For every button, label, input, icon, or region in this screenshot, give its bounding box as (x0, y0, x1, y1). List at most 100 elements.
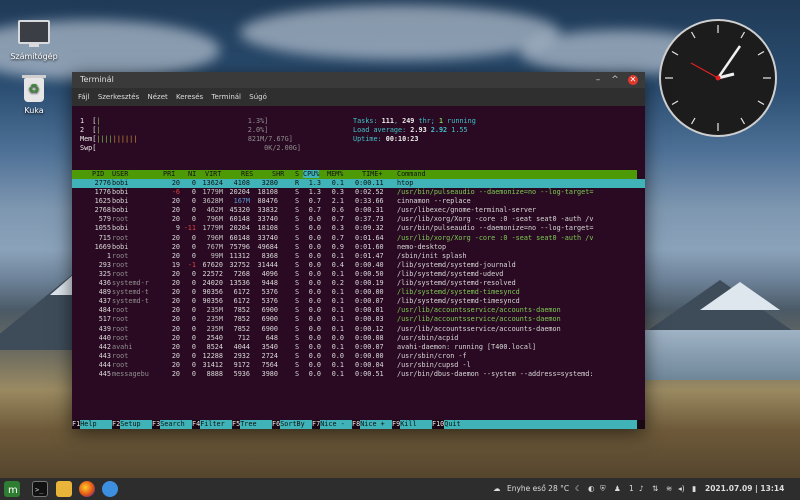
process-row[interactable]: 1 root 20 0 99M 11312 8368 S 0.0 0.1 0:01.47/sbin/… (72, 252, 645, 261)
cell-pri: 20 (171, 179, 180, 187)
process-row[interactable]: 443 root 20 0 12288 2932 2724 S 0.0 0.0 0:00.00/us… (72, 352, 645, 361)
cell-ni: 0 (191, 369, 196, 378)
process-row[interactable]: 579 root 20 0 796M 60148 33740 S 0.0 0.7 0:37.73/u… (72, 215, 645, 224)
htop-screen[interactable]: 1 [| 1.3%] 2 [| 2.0%] Mem[|||||||||| 821… (72, 106, 645, 429)
keyboard-icon[interactable]: ☾ (575, 478, 582, 500)
cell-mem: 0.1 (331, 360, 344, 369)
menu-view[interactable]: Nézet (147, 93, 167, 101)
column-state[interactable]: S (295, 170, 299, 178)
cell-s: S (295, 251, 300, 260)
process-row[interactable]: 1776 bobi -6 0 1779M 20204 18108 S 1.3 0.3 0:02.52… (72, 188, 645, 197)
cell-res: 6172 (233, 297, 250, 306)
process-row[interactable]: 484 root 20 0 235M 7852 6900 S 0.0 0.1 0:00.01/usr… (72, 306, 645, 315)
desktop-icon-trash[interactable]: ♻ Kuka (4, 75, 64, 115)
chat-app-icon[interactable] (102, 481, 118, 497)
cell-pri: 20 (171, 269, 180, 278)
cell-cpu: 0.7 (308, 197, 321, 206)
cell-pid: 489 (98, 288, 111, 297)
window-titlebar[interactable]: Terminál – ^ ✕ (72, 72, 645, 88)
fkey-nice-button[interactable]: F7Nice - (312, 420, 352, 429)
battery-icon[interactable]: ▮ (692, 478, 696, 500)
process-row[interactable]: 444 root 20 0 31412 9172 7564 S 0.0 0.1 0:00.04/us… (72, 361, 645, 370)
process-row[interactable]: 325 root 20 0 22572 7268 4096 S 0.0 0.1 0:00.50/li… (72, 270, 645, 279)
process-row[interactable]: 445 messagebu 20 0 8888 5936 3980 S 0.0 0.1 0:00.5… (72, 370, 645, 379)
maximize-button[interactable]: ^ (610, 75, 620, 85)
process-row[interactable]: 442 avahi 20 0 8524 4044 3540 S 0.0 0.1 0:00.07 ava… (72, 343, 645, 352)
weather-label[interactable]: Enyhe eső 28 °C (507, 478, 569, 500)
user-icon[interactable]: ♟ (614, 478, 621, 500)
folder-icon[interactable] (56, 481, 72, 497)
cell-s: S (295, 288, 300, 297)
cell-cmd: htop (397, 179, 414, 187)
cell-res: 60148 (229, 233, 250, 242)
process-table-header[interactable]: PID USER PRI NI VIRT RES SHR S CPU% MEM%… (72, 170, 637, 179)
close-button[interactable]: ✕ (628, 75, 638, 85)
network-icon[interactable]: ⇅ (652, 478, 658, 500)
mint-menu-icon[interactable]: m (4, 481, 20, 497)
column-cpu[interactable]: CPU% (303, 170, 320, 178)
menu-search[interactable]: Keresés (176, 93, 203, 101)
minimize-button[interactable]: – (593, 75, 603, 85)
fkey-setup-button[interactable]: F2Setup (112, 420, 152, 429)
column-time[interactable]: TIME+ (362, 170, 382, 178)
column-command[interactable]: Command (397, 170, 426, 178)
cell-shr: 33740 (257, 215, 278, 224)
column-pri[interactable]: PRI (163, 170, 175, 178)
process-row[interactable]: 1669 bobi 20 0 767M 75796 49684 S 0.0 0.9 0:01.60 n… (72, 243, 645, 252)
workspace-number[interactable]: 1 (629, 478, 634, 500)
process-row[interactable]: 436 systemd-r 20 0 24020 13536 9448 S 0.0 0.2 0:00… (72, 279, 645, 288)
process-row[interactable]: 439 root 20 0 235M 7852 6900 S 0.0 0.1 0:00.12/usr… (72, 325, 645, 334)
datetime[interactable]: 2021.07.09 | 13:14 (705, 478, 784, 500)
process-row[interactable]: 517 root 20 0 235M 7852 6900 S 0.0 0.1 0:00.03/usr… (72, 315, 645, 324)
fkey-tree-button[interactable]: F5Tree (232, 420, 272, 429)
app-tray-icon[interactable]: ◐ (588, 478, 595, 500)
process-list[interactable]: 2776 bobi 20 0 13624 4108 3280 R 1.3 0.1 0:00.11 ht… (72, 179, 645, 379)
cell-cmd: /usr/sbin/cupsd -l (397, 360, 471, 369)
fkey-sortby-button[interactable]: F6SortBy (272, 420, 312, 429)
fkey-search-button[interactable]: F3Search (152, 420, 192, 429)
process-row[interactable]: 489 systemd-t 20 0 90356 6172 5376 S 0.0 0.1 0:00.… (72, 288, 645, 297)
volume-icon[interactable]: ◂) (678, 478, 685, 500)
terminal-launcher-icon[interactable]: >_ (32, 481, 48, 497)
cell-user: systemd-r (112, 279, 149, 288)
process-row[interactable]: 440 root 20 0 2540 712 648 S 0.0 0.0 0:00.08/usr/s… (72, 334, 645, 343)
cell-s: S (295, 279, 300, 288)
fkey-label: Help (80, 420, 112, 429)
process-row[interactable]: 1055 bobi 9 -11 1779M 20204 18108 S 0.0 0.3 0:09.3… (72, 224, 645, 233)
cell-pri: -6 (171, 188, 180, 197)
desktop-icon-computer[interactable]: Számítógép (4, 20, 64, 61)
cell-time: 0:01.64 (355, 233, 384, 242)
menu-edit[interactable]: Szerkesztés (98, 93, 139, 101)
process-row[interactable]: 2776 bobi 20 0 13624 4108 3280 R 1.3 0.1 0:00.11 ht… (72, 179, 645, 189)
shield-icon[interactable]: ⛨ (600, 478, 606, 500)
menu-help[interactable]: Súgó (249, 93, 267, 101)
terminal-window[interactable]: Terminál – ^ ✕ Fájl Szerkesztés Nézet Ke… (72, 72, 645, 429)
column-ni[interactable]: NI (188, 170, 196, 178)
weather-icon[interactable]: ☁ (493, 478, 501, 500)
column-pid[interactable]: PID (92, 170, 104, 178)
fkey-help-button[interactable]: F1Help (72, 420, 112, 429)
column-virt[interactable]: VIRT (205, 170, 221, 178)
audio-icon[interactable]: ♪ (639, 478, 644, 500)
cell-time: 0:00.04 (355, 360, 384, 369)
menu-file[interactable]: Fájl (78, 93, 90, 101)
fkey-filter-button[interactable]: F4Filter (192, 420, 232, 429)
fkey-kill-button[interactable]: F9Kill (392, 420, 432, 429)
cell-cmd: avahi-daemon: running [T400.local] (397, 342, 537, 351)
cell-time: 0:00.31 (355, 206, 384, 215)
process-row[interactable]: 2768 bobi 20 0 462M 45320 33832 S 0.7 0.6 0:00.31 /… (72, 206, 645, 215)
fkey-nice-button[interactable]: F8Nice + (352, 420, 392, 429)
column-res[interactable]: RES (241, 170, 253, 178)
column-shr[interactable]: SHR (272, 170, 284, 178)
process-row[interactable]: 1625 bobi 20 0 3628M 167M 88476 S 0.7 2.1 0:33.66 c… (72, 197, 645, 206)
column-user[interactable]: USER (112, 170, 128, 178)
menu-terminal[interactable]: Terminál (211, 93, 241, 101)
wifi-icon[interactable]: ≋ (666, 478, 672, 500)
process-row[interactable]: 715 root 20 0 796M 60148 33740 S 0.0 0.7 0:01.64/u… (72, 234, 645, 243)
column-mem[interactable]: MEM% (327, 170, 343, 178)
cell-ni: -11 (183, 224, 196, 233)
cell-s: S (295, 351, 300, 360)
process-row[interactable]: 437 systemd-t 20 0 90356 6172 5376 S 0.0 0.1 0:00.… (72, 297, 645, 306)
process-row[interactable]: 293 root 19 -1 67620 32752 31444 S 0.0 0.4 0:00.40… (72, 261, 645, 270)
firefox-icon[interactable] (79, 481, 95, 497)
